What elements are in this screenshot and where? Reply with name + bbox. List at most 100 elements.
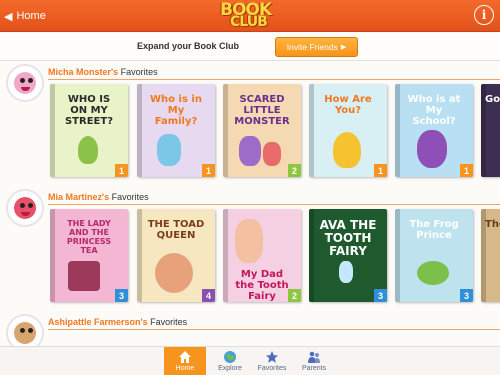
book-spine <box>137 209 142 302</box>
shelf-micha-monster: Micha Monster's Favorites WHO IS ON MY S… <box>0 64 500 189</box>
logo-word-club: CLUB <box>230 14 268 30</box>
book-title: My Dad the Tooth Fairy <box>235 269 289 302</box>
level-badge: 3 <box>374 289 387 302</box>
expand-book-club-banner: Expand your Book Club Invite Friends ▶ <box>0 33 500 61</box>
book-title: Who is at My School? <box>407 94 461 127</box>
book-cover[interactable]: AVA THE TOOTH FAIRY 3 <box>309 209 387 302</box>
invite-friends-label: Invite Friends <box>286 42 338 52</box>
book-spine <box>395 209 400 302</box>
shelf-divider <box>48 79 500 80</box>
tab-parents[interactable]: Parents <box>293 347 335 375</box>
avatar[interactable] <box>6 189 44 227</box>
avatar-eye <box>28 328 33 333</box>
avatar-eye <box>20 328 25 333</box>
book-title: THE LADY AND THE PRINCESS TEA <box>66 219 112 255</box>
bottom-tab-bar: Home Explore Favorites Parents <box>0 346 500 375</box>
book-spine <box>137 84 142 177</box>
book-cover[interactable]: My Dad the Tooth Fairy 2 <box>223 209 301 302</box>
level-badge: 3 <box>115 289 128 302</box>
shelf-title: Mia Martinez's Favorites <box>48 192 149 202</box>
book-title: AVA THE TOOTH FAIRY <box>319 218 377 258</box>
book-title: The <box>485 219 500 230</box>
book-cover[interactable]: How Are You? 1 <box>309 84 387 177</box>
chair-illustration-icon <box>68 261 100 291</box>
chevron-left-icon: ◀ <box>4 10 13 23</box>
shelf-suffix: Favorites <box>109 192 149 202</box>
star-icon <box>265 350 279 364</box>
monster-character-icon <box>239 136 261 166</box>
home-back-button[interactable]: ◀ Home <box>4 7 46 25</box>
expand-text: Expand your Book Club <box>137 41 240 51</box>
shelf-title: Micha Monster's Favorites <box>48 67 158 77</box>
tab-label: Parents <box>301 365 327 372</box>
fairy-character-icon <box>235 219 263 263</box>
book-cover[interactable]: THE TOAD QUEEN 4 <box>137 209 215 302</box>
level-badge: 4 <box>202 289 215 302</box>
avatar-eye <box>28 78 33 83</box>
level-badge: 3 <box>460 289 473 302</box>
avatar-eye <box>28 203 33 208</box>
avatar[interactable] <box>6 64 44 102</box>
book-spine <box>50 209 55 302</box>
book-cover[interactable]: SCARED LITTLE MONSTER 2 <box>223 84 301 177</box>
book-title: The Frog Prince <box>409 219 459 241</box>
book-cover[interactable]: Who is in My Family? 1 <box>137 84 215 177</box>
top-bar: ◀ Home BOOK CLUB i <box>0 0 500 32</box>
globe-icon <box>223 350 237 364</box>
tab-label: Home <box>175 365 195 372</box>
level-badge: 2 <box>288 164 301 177</box>
book-row: THE LADY AND THE PRINCESS TEA 3 THE TOAD… <box>50 209 500 302</box>
dino-character-icon <box>78 136 98 164</box>
monster-character-icon <box>417 130 447 168</box>
book-title: THE TOAD QUEEN <box>147 219 205 241</box>
shelf-owner-name: Micha Monster's <box>48 67 119 77</box>
home-back-label: Home <box>16 10 46 22</box>
level-badge: 1 <box>115 164 128 177</box>
avatar[interactable] <box>6 314 44 346</box>
book-spine <box>395 84 400 177</box>
shelf-divider <box>48 329 500 330</box>
book-spine <box>50 84 55 177</box>
girl-character-icon <box>155 253 193 293</box>
info-button[interactable]: i <box>474 5 494 25</box>
tab-explore[interactable]: Explore <box>209 347 251 375</box>
book-row: WHO IS ON MY STREET? 1 Who is in My Fami… <box>50 84 500 177</box>
book-club-logo: BOOK CLUB <box>217 0 283 32</box>
parents-icon <box>307 350 321 364</box>
book-title: How Are You? <box>324 94 372 116</box>
book-cover[interactable]: WHO IS ON MY STREET? 1 <box>50 84 128 177</box>
level-badge: 1 <box>202 164 215 177</box>
book-spine <box>309 84 314 177</box>
level-badge: 1 <box>374 164 387 177</box>
info-icon: i <box>481 8 487 22</box>
book-cover[interactable]: Who is at My School? 1 <box>395 84 473 177</box>
play-arrow-icon: ▶ <box>340 44 347 51</box>
tab-home[interactable]: Home <box>164 347 206 375</box>
tab-favorites[interactable]: Favorites <box>251 347 293 375</box>
avatar-eye <box>20 78 25 83</box>
invite-friends-button[interactable]: Invite Friends ▶ <box>275 37 358 57</box>
book-cover[interactable]: Goo 1 <box>481 84 500 177</box>
frog-character-icon <box>417 261 449 285</box>
shelf-divider <box>48 204 500 205</box>
avatar-eye <box>20 203 25 208</box>
shelf-mia-martinez: Mia Martinez's Favorites THE LADY AND TH… <box>0 189 500 314</box>
shelf-owner-name: Mia Martinez's <box>48 192 110 202</box>
book-spine <box>223 84 228 177</box>
tab-label: Favorites <box>257 365 287 372</box>
shelf-ashipattle-farmerson: Ashipattle Farmerson's Favorites <box>0 314 500 346</box>
level-badge: 2 <box>288 289 301 302</box>
book-title: Goo <box>485 94 500 105</box>
shelf-suffix: Favorites <box>147 317 188 327</box>
monster-character-icon <box>157 134 181 166</box>
book-title: Who is in My Family? <box>150 94 202 127</box>
fairy-character-icon <box>339 261 353 283</box>
book-title: WHO IS ON MY STREET? <box>64 94 113 127</box>
cat-character-icon <box>333 132 361 168</box>
person-avatar-icon <box>14 322 36 344</box>
book-cover[interactable]: THE LADY AND THE PRINCESS TEA 3 <box>50 209 128 302</box>
tab-label: Explore <box>218 365 242 372</box>
level-badge: 1 <box>460 164 473 177</box>
book-cover[interactable]: The 3 <box>481 209 500 302</box>
book-cover[interactable]: The Frog Prince 3 <box>395 209 473 302</box>
